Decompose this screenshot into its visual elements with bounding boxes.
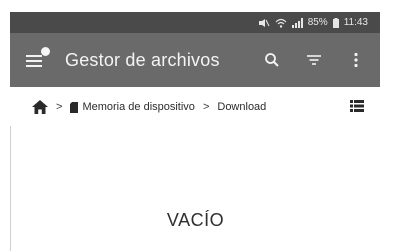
- notification-dot: [41, 47, 50, 56]
- app-title: Gestor de archivos: [65, 49, 220, 70]
- empty-state-label: VACÍO: [166, 210, 225, 230]
- list-view-icon[interactable]: [350, 100, 364, 115]
- breadcrumb-folder[interactable]: Download: [217, 101, 266, 113]
- hamburger-menu-icon[interactable]: [26, 47, 50, 69]
- file-list-area: VACÍO: [10, 126, 380, 251]
- signal-icon: [291, 17, 303, 28]
- more-vert-icon[interactable]: [344, 48, 368, 72]
- wifi-icon: [275, 18, 287, 28]
- breadcrumb: > Memoria de dispositivo > Download: [10, 90, 380, 124]
- app-bar: Gestor de archivos: [10, 33, 380, 87]
- battery-icon: [332, 17, 339, 28]
- status-time: 11:43: [343, 17, 368, 28]
- breadcrumb-storage[interactable]: Memoria de dispositivo: [70, 101, 195, 113]
- app-bar-actions: [260, 48, 368, 72]
- breadcrumb-separator: >: [202, 101, 210, 113]
- status-bar: 85% 11:43: [10, 12, 380, 33]
- breadcrumb-separator: >: [56, 101, 63, 113]
- mute-icon: [258, 18, 270, 28]
- breadcrumb-storage-label: Memoria de dispositivo: [82, 101, 195, 113]
- search-icon[interactable]: [260, 48, 284, 72]
- sd-card-icon: [70, 101, 79, 113]
- battery-percent: 85%: [307, 17, 328, 28]
- home-icon[interactable]: [32, 100, 48, 114]
- filter-icon[interactable]: [302, 48, 326, 72]
- screen: 85% 11:43 Gestor de archivos > Memoria d…: [0, 0, 393, 251]
